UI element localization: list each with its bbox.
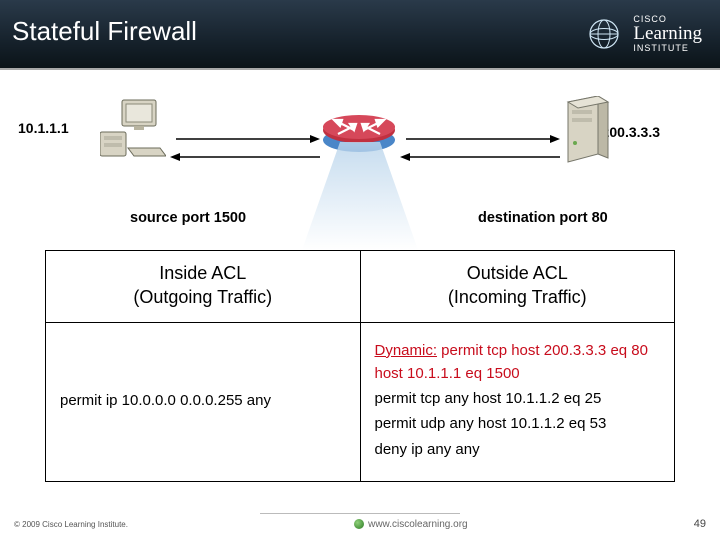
ip-left-label: 10.1.1.1 (18, 120, 69, 136)
acl-table-wrap: Inside ACL (Outgoing Traffic) Outside AC… (45, 250, 675, 482)
table-row: Inside ACL (Outgoing Traffic) Outside AC… (46, 251, 675, 323)
brand-block: CISCO Learning INSTITUTE (583, 13, 702, 55)
table-row: permit ip 10.0.0.0 0.0.0.255 any Dynamic… (46, 322, 675, 481)
globe-dot-icon (354, 519, 364, 529)
inside-acl-rule: permit ip 10.0.0.0 0.0.0.255 any (60, 392, 271, 409)
arrow-icon (400, 150, 560, 168)
outside-acl-header: Outside ACL (Incoming Traffic) (360, 251, 675, 323)
arrow-icon (170, 150, 320, 168)
outside-rule-4: deny ip any any (375, 438, 665, 461)
acl-table: Inside ACL (Outgoing Traffic) Outside AC… (45, 250, 675, 482)
slide-footer: © 2009 Cisco Learning Institute. www.cis… (0, 514, 720, 534)
outside-acl-rules: Dynamic: permit tcp host 200.3.3.3 eq 80… (375, 339, 665, 461)
inside-acl-header: Inside ACL (Outgoing Traffic) (46, 251, 361, 323)
outside-acl-line1: Outside ACL (467, 263, 568, 283)
source-port-label: source port 1500 (130, 210, 246, 226)
outside-acl-cell: Dynamic: permit tcp host 200.3.3.3 eq 80… (360, 322, 675, 481)
arrow-icon (170, 132, 320, 150)
page-number: 49 (694, 518, 706, 530)
brand-line1: Learning (633, 24, 702, 44)
brand-text: CISCO Learning INSTITUTE (633, 15, 702, 54)
destination-port-label: destination port 80 (478, 210, 608, 226)
outside-rule-3: permit udp any host 10.1.1.2 eq 53 (375, 412, 665, 435)
outside-rule-dynamic: Dynamic: permit tcp host 200.3.3.3 eq 80… (375, 339, 665, 386)
dynamic-label: Dynamic: (375, 342, 438, 359)
globe-icon (583, 13, 625, 55)
copyright-text: © 2009 Cisco Learning Institute. (14, 520, 128, 529)
footer-url: www.ciscolearning.org (368, 519, 468, 530)
inside-acl-cell: permit ip 10.0.0.0 0.0.0.255 any (46, 322, 361, 481)
server-icon (560, 96, 610, 171)
outside-acl-line2: (Incoming Traffic) (448, 287, 587, 307)
inside-acl-line2: (Outgoing Traffic) (133, 287, 272, 307)
arrow-icon (400, 132, 560, 150)
outside-rule-2: permit tcp any host 10.1.1.2 eq 25 (375, 387, 665, 410)
ip-right-label: 200.3.3.3 (602, 124, 660, 140)
slide-title: Stateful Firewall (12, 16, 197, 47)
inside-acl-line1: Inside ACL (159, 263, 246, 283)
workstation-icon (100, 98, 166, 165)
slide-header: Stateful Firewall CISCO Learning INSTITU… (0, 0, 720, 70)
network-diagram: 10.1.1.1 200.3.3.3 (0, 80, 720, 250)
brand-line2: INSTITUTE (633, 44, 702, 53)
footer-url-block: www.ciscolearning.org (354, 519, 468, 530)
